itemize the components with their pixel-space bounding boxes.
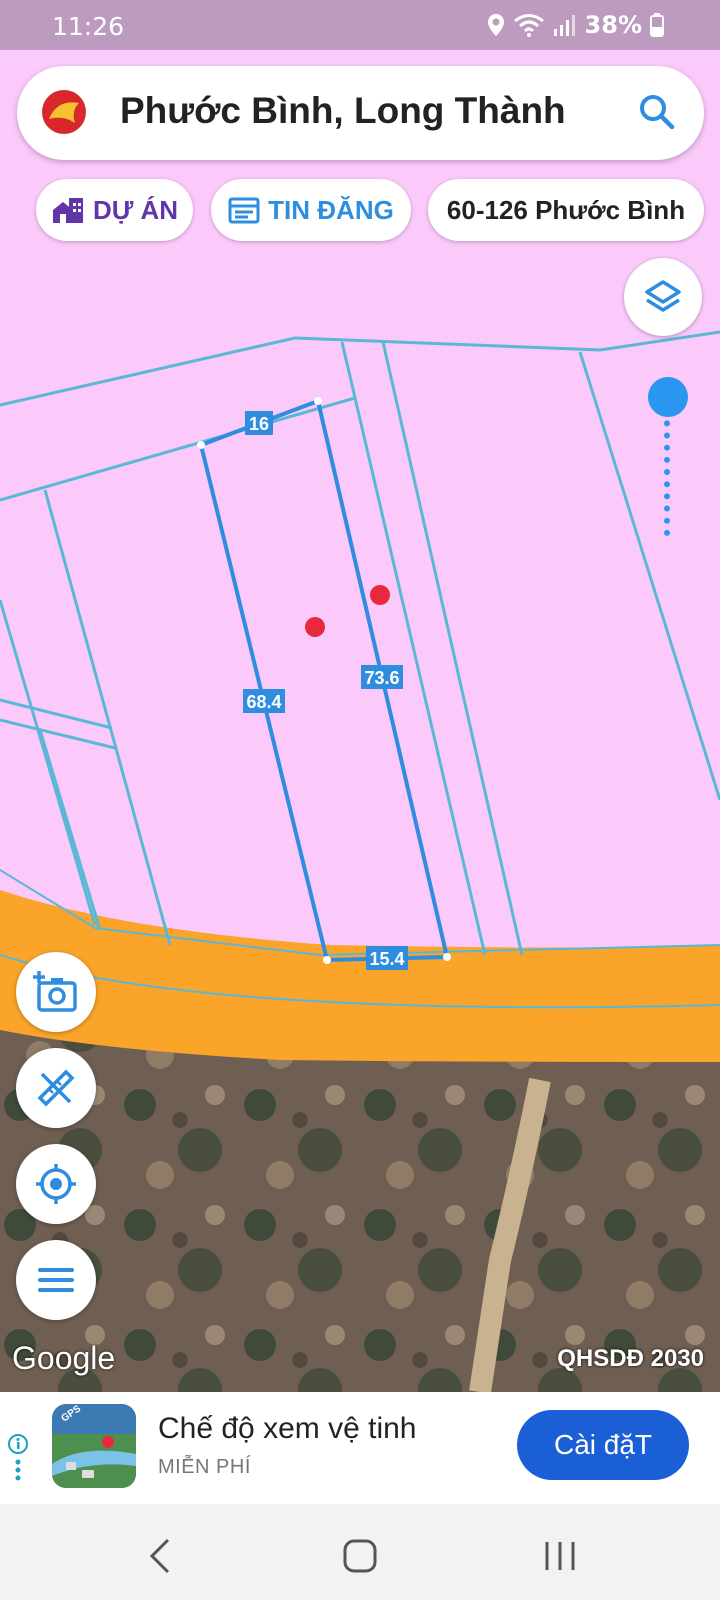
ad-info-icon[interactable] (6, 1434, 30, 1484)
ruler-pencil-icon (37, 1069, 75, 1107)
google-attribution: Google (12, 1340, 116, 1376)
ad-install-button[interactable]: Cài đặT (517, 1410, 689, 1480)
location-marker[interactable] (370, 585, 390, 605)
parcel-line (0, 599, 97, 926)
ad-subtitle: MIỄN PHÍ (158, 1456, 251, 1478)
home-icon (343, 1539, 377, 1573)
chip-tin-dang[interactable]: TIN ĐĂNG (211, 179, 411, 241)
edge-label-bottom: 15.4 (366, 946, 408, 970)
nav-back-button[interactable] (140, 1536, 180, 1576)
plot-vertex (314, 397, 322, 405)
ad-app-icon[interactable]: GPS (52, 1404, 136, 1488)
nav-home-button[interactable] (340, 1536, 380, 1576)
selected-plot-outline[interactable] (198, 398, 450, 963)
location-marker[interactable] (305, 617, 325, 637)
chip-tin-dang-label: TIN ĐĂNG (268, 194, 394, 225)
map-canvas[interactable]: 16 68.4 73.6 15.4 (0, 50, 720, 1392)
location-icon (487, 14, 504, 36)
satellite-imagery (0, 1030, 720, 1392)
opacity-slider-track[interactable] (664, 396, 672, 536)
svg-text:68.4: 68.4 (246, 692, 281, 712)
status-time: 11:26 (52, 12, 125, 41)
edge-label-left: 68.4 (243, 689, 285, 713)
locate-button[interactable] (16, 1144, 96, 1224)
parcel-line (381, 341, 524, 956)
layers-button[interactable] (624, 258, 702, 336)
parcel-line (0, 396, 356, 502)
status-icons: 38% (487, 11, 664, 39)
search-bar[interactable]: Phước Bình, Long Thành (17, 66, 704, 160)
parcel-line (340, 341, 487, 956)
opacity-slider-knob[interactable] (648, 377, 688, 417)
plot-vertex (323, 956, 331, 964)
add-photo-button[interactable] (16, 952, 96, 1032)
chip-du-an[interactable]: DỰ ÁN (36, 179, 193, 241)
ad-banner[interactable]: GPS Chế độ xem vệ tinh MIỄN PHÍ Cài đặT (0, 1392, 720, 1504)
recents-icon (545, 1542, 575, 1570)
svg-text:73.6: 73.6 (364, 668, 399, 688)
crosshair-icon (36, 1164, 76, 1204)
listing-icon (228, 197, 260, 224)
chip-address[interactable]: 60-126 Phước Bình (428, 179, 704, 241)
signal-icon (553, 15, 575, 36)
ad-title: Chế độ xem vệ tinh (158, 1412, 417, 1445)
status-bar: 11:26 38% (0, 0, 720, 50)
battery-icon (650, 13, 664, 37)
search-icon[interactable] (638, 93, 676, 131)
nav-recents-button[interactable] (540, 1536, 580, 1576)
building-icon (52, 198, 83, 223)
camera-plus-icon (33, 971, 77, 1012)
map-view[interactable]: 16 68.4 73.6 15.4 (0, 50, 720, 1392)
chip-address-label: 60-126 Phước Bình (446, 194, 686, 225)
battery-percent: 38% (584, 11, 642, 39)
menu-icon (38, 1268, 74, 1292)
menu-button[interactable] (16, 1240, 96, 1320)
search-title: Phước Bình, Long Thành (120, 90, 566, 131)
measure-button[interactable] (16, 1048, 96, 1128)
system-nav-bar (0, 1504, 720, 1600)
edge-label-top: 16 (245, 411, 273, 435)
layers-icon (645, 280, 681, 312)
wifi-icon (513, 14, 544, 37)
svg-text:15.4: 15.4 (369, 949, 404, 969)
plan-label: QHSDĐ 2030 (557, 1345, 704, 1372)
back-icon (149, 1538, 170, 1574)
parcel-line (0, 330, 720, 407)
app-logo-icon (42, 90, 86, 134)
edge-label-right: 73.6 (361, 665, 403, 689)
svg-text:16: 16 (249, 414, 269, 434)
parcel-line (43, 489, 172, 946)
road-zone (0, 890, 720, 1062)
plot-vertex (197, 441, 205, 449)
parcel-line (578, 351, 720, 801)
plot-vertex (443, 953, 451, 961)
chip-du-an-label: DỰ ÁN (92, 194, 179, 225)
